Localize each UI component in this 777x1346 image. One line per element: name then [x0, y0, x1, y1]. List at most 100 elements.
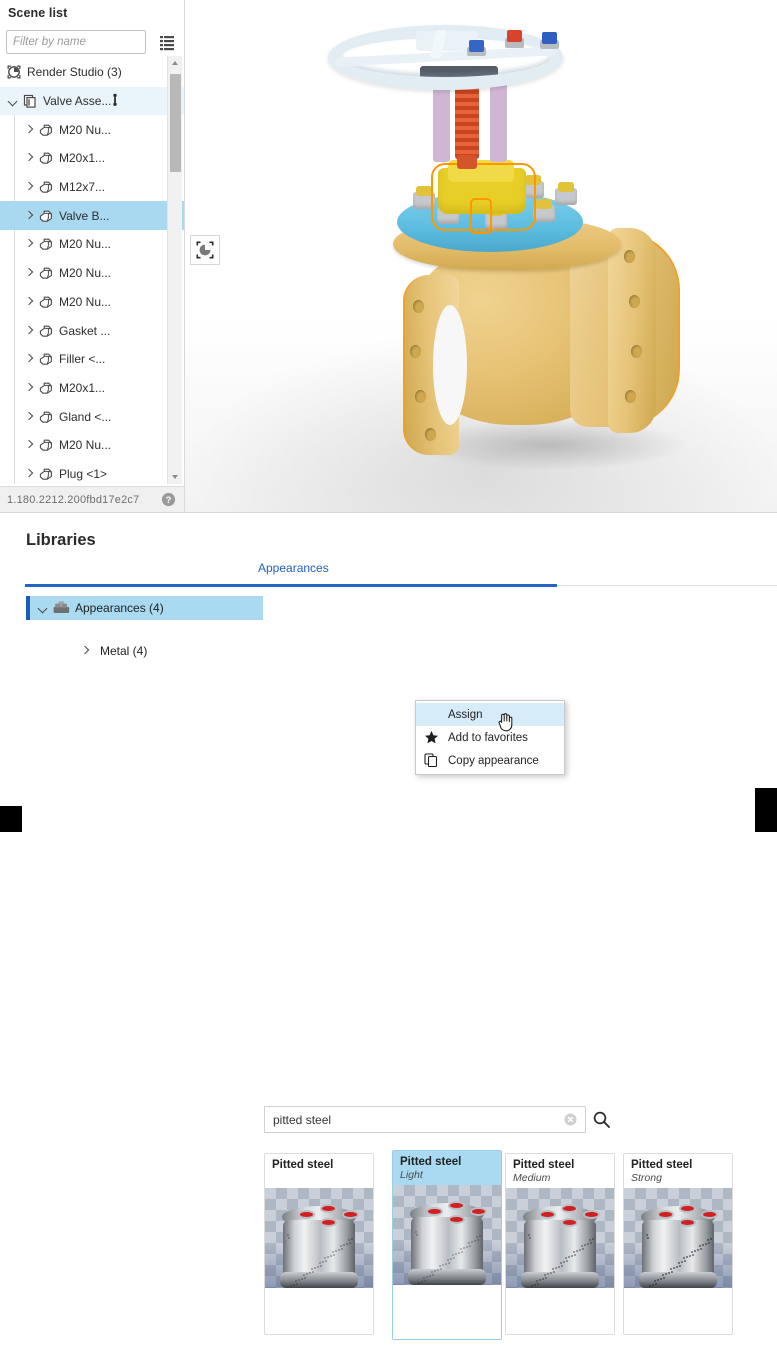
- appearance-card[interactable]: Pitted steel Light: [392, 1150, 502, 1340]
- thumbnail-detail: [565, 1257, 567, 1259]
- thumbnail-detail: [287, 1234, 289, 1236]
- viewport-3d[interactable]: [185, 0, 777, 513]
- chevron-right-icon[interactable]: [22, 381, 36, 395]
- thumbnail-detail: [349, 1242, 351, 1244]
- chevron-right-icon[interactable]: [22, 438, 36, 452]
- tab-appearances[interactable]: Appearances: [258, 561, 329, 575]
- tree-item-part[interactable]: Filler <...: [0, 345, 184, 374]
- chevron-right-icon[interactable]: [22, 266, 36, 280]
- tree-item-part[interactable]: Gasket ...: [0, 316, 184, 345]
- tree-item-part[interactable]: M20x1...: [0, 374, 184, 403]
- thumbnail-detail: [582, 1248, 584, 1250]
- scroll-down-arrow-icon[interactable]: [168, 470, 183, 484]
- thumbnail-detail: [646, 1234, 648, 1236]
- chevron-down-icon[interactable]: [36, 601, 50, 615]
- help-circle-icon[interactable]: ?: [161, 492, 176, 507]
- appearance-card-footer: [265, 1288, 373, 1332]
- chevron-right-icon[interactable]: [22, 467, 36, 481]
- thumbnail-detail: [547, 1273, 549, 1275]
- part-icon: [38, 380, 54, 396]
- hex-nut: [533, 199, 555, 222]
- thumbnail-detail: [683, 1257, 685, 1259]
- thumbnail-detail: [694, 1250, 696, 1252]
- thumbnail-detail: [537, 1283, 539, 1285]
- appearance-card-header: Pitted steel Strong: [624, 1154, 732, 1188]
- appearance-card-footer: [624, 1288, 732, 1332]
- thumbnail-detail: [452, 1254, 454, 1256]
- bolt-hole: [415, 390, 426, 403]
- valve-flange-left-bore: [433, 305, 467, 425]
- sidebar-item-appearances[interactable]: Appearances (4): [26, 596, 263, 620]
- tree-item-part[interactable]: M20 Nu...: [0, 288, 184, 317]
- thumbnail-detail: [479, 1235, 481, 1237]
- chevron-right-icon[interactable]: [22, 324, 36, 338]
- tree-item-label: M12x7...: [59, 180, 106, 195]
- thumbnail-detail: [652, 1284, 654, 1286]
- sidebar-item-metal[interactable]: Metal (4): [26, 640, 263, 662]
- tree-item-part[interactable]: M20x1...: [0, 144, 184, 173]
- thumbnail-detail: [561, 1204, 578, 1213]
- menu-item-copy-appearance[interactable]: Copy appearance: [416, 749, 564, 772]
- tree-item-part[interactable]: Plug <1>: [0, 460, 184, 484]
- thumbnail-detail: [471, 1241, 473, 1243]
- appearance-card[interactable]: Pitted steel Medium: [505, 1153, 615, 1335]
- thumbnail-detail: [319, 1262, 321, 1264]
- thumbnail-detail: [583, 1210, 600, 1219]
- handwheel-bolt-blue: [469, 40, 484, 52]
- scroll-up-arrow-icon[interactable]: [168, 56, 183, 70]
- tree-item-part[interactable]: M20 Nu...: [0, 115, 184, 144]
- search-icon[interactable]: [588, 1106, 615, 1133]
- tree-item-part[interactable]: M20 Nu...: [0, 230, 184, 259]
- thumbnail-detail: [421, 1281, 423, 1283]
- filter-input[interactable]: [6, 30, 146, 54]
- thumbnail-detail: [552, 1268, 554, 1270]
- tree-item-part[interactable]: M12x7...: [0, 173, 184, 202]
- thumbnail-detail: [426, 1207, 443, 1216]
- chevron-right-icon[interactable]: [22, 209, 36, 223]
- list-options-icon[interactable]: [157, 32, 177, 52]
- chevron-right-icon[interactable]: [78, 644, 92, 658]
- menu-item-add-to-favorites[interactable]: Add to favorites: [416, 726, 564, 749]
- scrollbar-thumb[interactable]: [170, 74, 181, 172]
- thumbnail-detail: [335, 1250, 337, 1252]
- chevron-right-icon[interactable]: [22, 151, 36, 165]
- chevron-right-icon[interactable]: [22, 295, 36, 309]
- menu-item-assign[interactable]: Assign: [416, 703, 564, 726]
- zoom-to-selection-icon[interactable]: [190, 235, 220, 265]
- appearance-card[interactable]: Pitted steel: [264, 1153, 374, 1335]
- tree-item-label: Gland <...: [59, 409, 112, 424]
- tree-item-part[interactable]: M20 Nu...: [0, 431, 184, 460]
- tree-item-part[interactable]: Valve B...: [0, 201, 184, 231]
- chevron-right-icon[interactable]: [22, 237, 36, 251]
- scene-tree-scrollbar[interactable]: [167, 56, 182, 484]
- thumbnail-detail: [545, 1277, 547, 1279]
- thumbnail-detail: [553, 1271, 555, 1273]
- tree-item-part[interactable]: Gland <...: [0, 402, 184, 431]
- more-vertical-icon[interactable]: [110, 92, 120, 111]
- search-input[interactable]: [265, 1107, 557, 1132]
- thumbnail-detail: [663, 1277, 665, 1279]
- thumbnail-detail: [655, 1283, 657, 1285]
- part-icon: [38, 208, 54, 224]
- svg-text:?: ?: [166, 495, 172, 506]
- appearance-card-title: Pitted steel: [631, 1159, 693, 1171]
- chevron-down-icon[interactable]: [6, 94, 20, 108]
- chevron-right-icon[interactable]: [22, 180, 36, 194]
- clear-circle-icon[interactable]: [564, 1113, 577, 1126]
- thumbnail-detail: [571, 1255, 573, 1257]
- tree-item-render-studio[interactable]: Render Studio (3): [0, 58, 184, 87]
- bolt-hole: [425, 428, 436, 441]
- thumbnail-detail: [563, 1261, 565, 1263]
- thumbnail-detail: [561, 1218, 578, 1227]
- appearance-card[interactable]: Pitted steel Strong: [623, 1153, 733, 1335]
- chevron-right-icon[interactable]: [22, 123, 36, 137]
- appearance-card-title: Pitted steel: [272, 1159, 334, 1171]
- chevron-right-icon[interactable]: [22, 352, 36, 366]
- menu-item-label: Assign: [448, 708, 483, 721]
- menu-item-label: Copy appearance: [448, 754, 539, 767]
- valve-stem-thread: [455, 78, 479, 160]
- tree-item-part[interactable]: M20 Nu...: [0, 259, 184, 288]
- tree-item-valve-assembly[interactable]: Valve Asse...: [0, 86, 184, 116]
- context-menu: Assign Add to favorites Copy appearance: [415, 700, 565, 775]
- chevron-right-icon[interactable]: [22, 410, 36, 424]
